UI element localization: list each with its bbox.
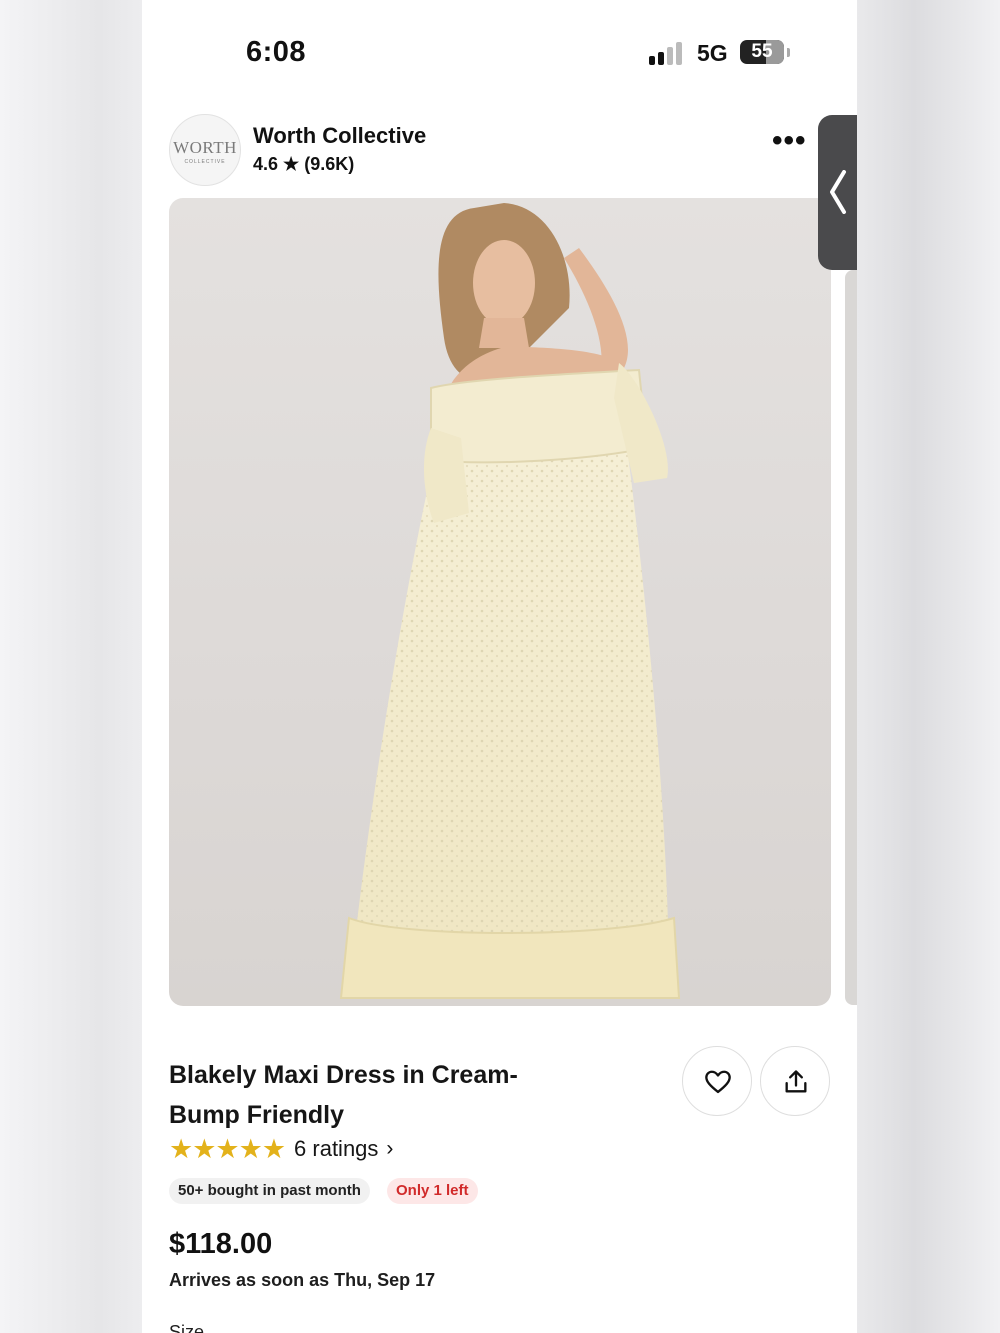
seller-rating[interactable]: 4.6 ★ (9.6K) (253, 154, 354, 175)
side-panel-handle[interactable] (818, 115, 857, 270)
status-time: 6:08 (246, 36, 307, 68)
size-section-label: Size (169, 1322, 205, 1333)
battery-tip (787, 48, 790, 57)
star-rating-icons: ★★★★★ (169, 1133, 286, 1164)
ratings-count-link[interactable]: 6 ratings (294, 1136, 378, 1162)
seller-logo[interactable]: WORTH COLLECTIVE (169, 114, 241, 186)
seller-rating-value: 4.6 (253, 154, 279, 174)
model-dress-illustration (339, 203, 681, 999)
chevron-left-icon (830, 170, 846, 214)
battery-level: 55 (751, 41, 773, 62)
background-right (857, 0, 1000, 1333)
seller-review-count: (9.6K) (304, 154, 355, 174)
chevron-right-icon: › (386, 1137, 394, 1160)
stock-badge: Only 1 left (387, 1178, 478, 1204)
next-image-preview[interactable] (845, 270, 857, 1005)
background-left (0, 0, 142, 1333)
network-type: 5G (697, 40, 728, 66)
product-rating-row[interactable]: ★★★★★ 6 ratings › (169, 1134, 393, 1164)
product-title: Blakely Maxi Dress in Cream- Bump Friend… (169, 1061, 518, 1129)
share-button[interactable] (760, 1046, 830, 1116)
star-icon: ★ (283, 154, 300, 174)
favorite-button[interactable] (682, 1046, 752, 1116)
seller-logo-subtext: COLLECTIVE (184, 159, 226, 165)
share-icon (785, 1070, 807, 1093)
seller-logo-text: WORTH (173, 138, 237, 157)
battery-icon: 55 (740, 40, 784, 64)
app-screen: 6:08 5G 55 WORTH COLLECTIVE Worth Collec… (142, 0, 857, 1333)
delivery-estimate: Arrives as soon as Thu, Sep 17 (169, 1270, 436, 1290)
cellular-signal-icon (649, 41, 689, 65)
bought-count-badge: 50+ bought in past month (169, 1178, 370, 1204)
heart-icon (705, 1070, 731, 1094)
more-options-button[interactable]: ••• (772, 126, 807, 156)
product-image[interactable] (169, 198, 831, 1006)
product-price: $118.00 (169, 1228, 273, 1260)
seller-name[interactable]: Worth Collective (253, 123, 426, 149)
